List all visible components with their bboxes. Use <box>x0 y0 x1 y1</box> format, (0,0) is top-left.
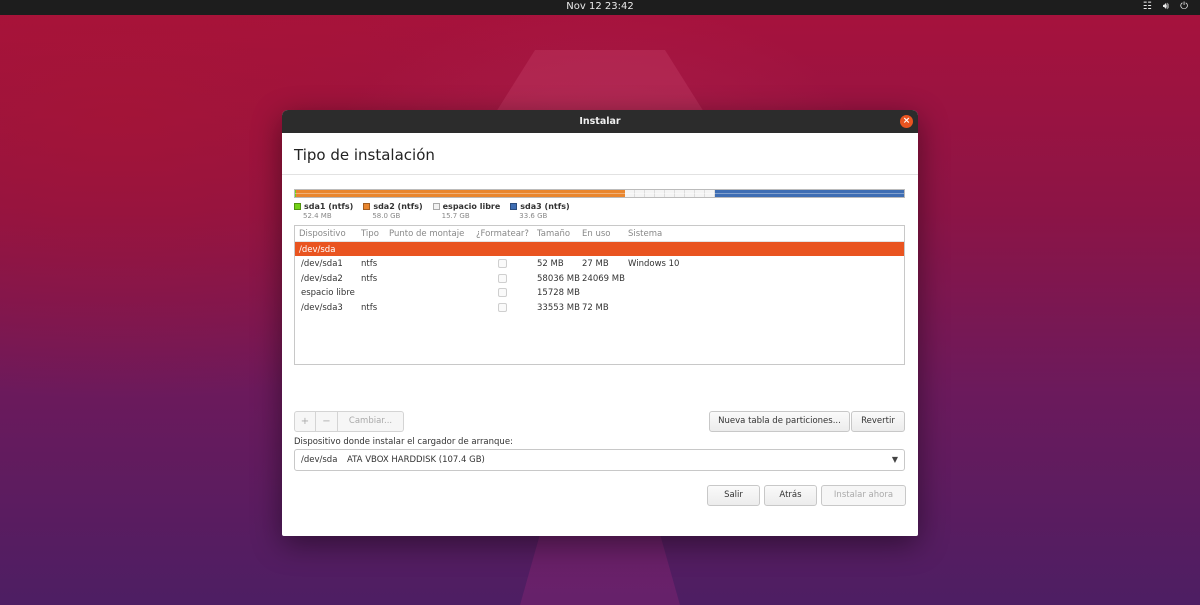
title-bar: Instalar × <box>282 110 918 133</box>
column-header-system[interactable]: Sistema <box>628 229 662 239</box>
cell-system: Windows 10 <box>628 259 680 269</box>
cell-device: /dev/sda3 <box>301 302 343 313</box>
close-icon[interactable]: × <box>900 115 913 128</box>
back-button[interactable]: Atrás <box>764 485 817 506</box>
cell-size: 58036 MB <box>537 273 580 284</box>
table-row[interactable]: /dev/sda <box>295 242 904 256</box>
legend-swatch <box>294 203 301 210</box>
partition-segment-sda2 <box>296 190 626 197</box>
legend-item: sda2 (ntfs) 58.0 GB <box>363 202 423 220</box>
quit-button[interactable]: Salir <box>707 485 760 506</box>
cell-device: /dev/sda2 <box>301 273 343 284</box>
legend-swatch <box>510 203 518 210</box>
cell-used: 24069 MB <box>582 273 625 284</box>
cell-device: espacio libre <box>301 288 355 298</box>
table-header: Dispositivo Tipo Punto de montaje ¿Forma… <box>295 226 904 242</box>
column-header-mount[interactable]: Punto de montaje <box>389 229 464 239</box>
column-header-type[interactable]: Tipo <box>361 229 379 239</box>
install-now-button[interactable]: Instalar ahora <box>821 485 906 506</box>
bootloader-device: /dev/sda <box>301 455 338 465</box>
cell-type: ntfs <box>361 302 378 313</box>
partition-bar <box>294 189 905 198</box>
partition-edit-buttons: + − Cambiar... <box>294 411 404 432</box>
partition-legend: sda1 (ntfs) 52.4 MB sda2 (ntfs) 58.0 GB … <box>294 202 570 220</box>
legend-item: sda1 (ntfs) 52.4 MB <box>294 202 353 220</box>
window-title: Instalar <box>579 116 621 127</box>
legend-swatch <box>363 203 371 210</box>
table-row[interactable]: espacio libre 15728 MB <box>295 285 904 300</box>
remove-partition-button[interactable]: − <box>316 411 338 432</box>
format-checkbox[interactable] <box>498 288 507 297</box>
legend-size: 15.7 GB <box>441 212 470 220</box>
volume-icon[interactable]: 🔊︎ <box>1163 1 1169 12</box>
network-icon[interactable]: ☷ <box>1143 1 1152 12</box>
cell-device: /dev/sda1 <box>301 259 343 269</box>
legend-size: 33.6 GB <box>519 212 548 220</box>
column-header-device[interactable]: Dispositivo <box>299 229 346 239</box>
clock[interactable]: Nov 12 23:42 <box>0 1 1200 12</box>
cell-size: 52 MB <box>537 259 564 269</box>
legend-item: sda3 (ntfs) 33.6 GB <box>510 202 570 220</box>
cell-used: 72 MB <box>582 302 609 313</box>
bootloader-disk: ATA VBOX HARDDISK (107.4 GB) <box>347 455 485 465</box>
cell-size: 33553 MB <box>537 302 580 313</box>
new-partition-table-button[interactable]: Nueva tabla de particiones... <box>709 411 850 432</box>
cell-type: ntfs <box>361 273 378 284</box>
add-partition-button[interactable]: + <box>294 411 316 432</box>
table-row[interactable]: /dev/sda1 ntfs 52 MB 27 MB Windows 10 <box>295 256 904 271</box>
bootloader-label: Dispositivo donde instalar el cargador d… <box>294 437 513 447</box>
revert-button[interactable]: Revertir <box>851 411 905 432</box>
page-title: Tipo de instalación <box>282 133 918 175</box>
installer-window: Instalar × Tipo de instalación sda1 (ntf… <box>282 110 918 536</box>
legend-item: espacio libre 15.7 GB <box>432 202 501 220</box>
cell-used: 27 MB <box>582 259 609 269</box>
format-checkbox[interactable] <box>498 259 507 268</box>
legend-name: sda2 (ntfs) <box>373 202 423 211</box>
top-bar: Nov 12 23:42 ☷ 🔊︎ ⏻ <box>0 0 1200 15</box>
bootloader-device-select[interactable]: /dev/sda ATA VBOX HARDDISK (107.4 GB) ▼ <box>294 449 905 471</box>
legend-name: sda3 (ntfs) <box>520 202 570 211</box>
table-row[interactable]: /dev/sda2 ntfs 58036 MB 24069 MB <box>295 271 904 286</box>
system-tray[interactable]: ☷ 🔊︎ ⏻ <box>1143 1 1188 12</box>
table-row[interactable]: /dev/sda3 ntfs 33553 MB 72 MB <box>295 300 904 315</box>
partition-table[interactable]: Dispositivo Tipo Punto de montaje ¿Forma… <box>294 225 905 365</box>
column-header-format[interactable]: ¿Formatear? <box>476 229 529 239</box>
legend-swatch <box>432 203 440 210</box>
column-header-size[interactable]: Tamaño <box>537 229 570 239</box>
cell-type: ntfs <box>361 259 378 269</box>
partition-segment-free <box>625 190 715 197</box>
format-checkbox[interactable] <box>498 302 507 312</box>
legend-name: sda1 (ntfs) <box>304 202 354 211</box>
partition-segment-sda3 <box>714 190 905 197</box>
chevron-down-icon: ▼ <box>891 455 898 464</box>
legend-size: 52.4 MB <box>303 212 332 220</box>
legend-name: espacio libre <box>442 202 501 211</box>
cell-size: 15728 MB <box>537 288 580 298</box>
column-header-used[interactable]: En uso <box>582 229 610 239</box>
cell-device: /dev/sda <box>299 245 336 255</box>
power-icon[interactable]: ⏻ <box>1180 1 1188 12</box>
change-partition-button[interactable]: Cambiar... <box>338 411 404 432</box>
format-checkbox[interactable] <box>498 273 507 283</box>
legend-size: 58.0 GB <box>372 212 401 220</box>
